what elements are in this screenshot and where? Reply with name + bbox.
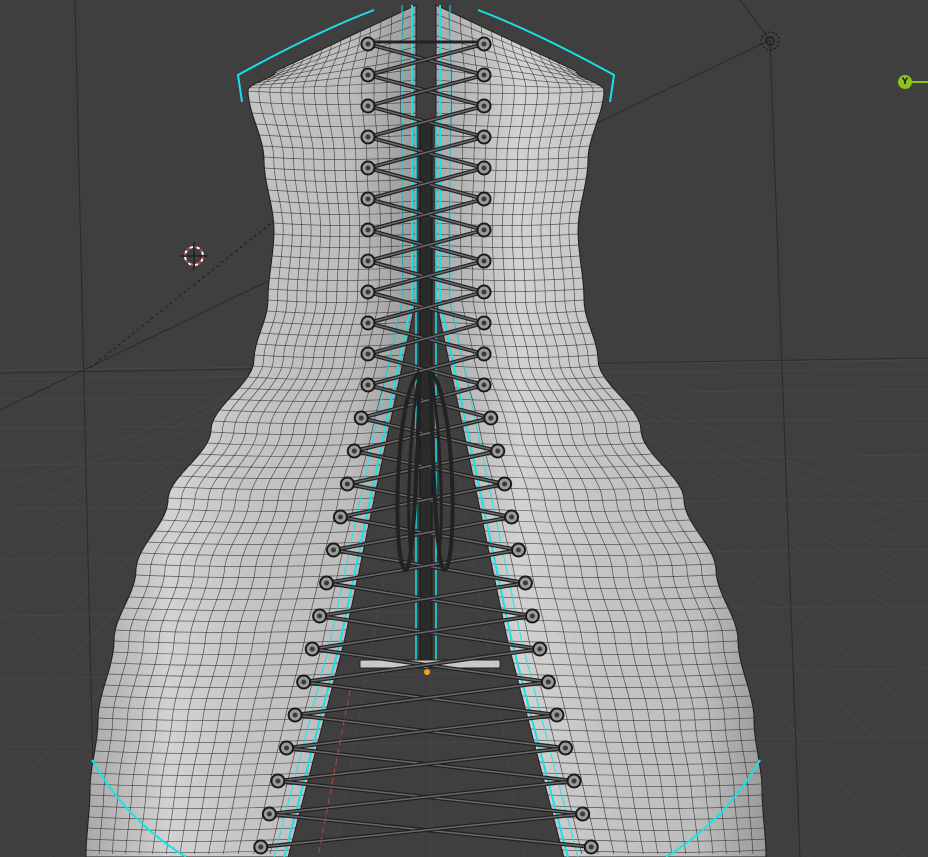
eyelet-hole: [365, 258, 371, 264]
eyelet-hole: [488, 415, 494, 421]
eyelet-hole: [495, 448, 501, 454]
eyelet-hole: [571, 778, 577, 784]
eyelet-hole: [365, 134, 371, 140]
eyelet-hole: [481, 289, 487, 295]
eyelet-hole: [344, 481, 350, 487]
eyelet-hole: [258, 844, 264, 850]
eyelet-hole: [522, 580, 528, 586]
eyelet-hole: [481, 351, 487, 357]
eyelet-hole: [481, 258, 487, 264]
eyelet-hole: [481, 320, 487, 326]
eyelet-hole: [365, 227, 371, 233]
eyelet-hole: [351, 448, 357, 454]
3d-cursor-icon: [180, 242, 208, 270]
eyelet-hole: [309, 646, 315, 652]
y-axis-gizmo-icon[interactable]: Y: [898, 75, 912, 89]
3d-viewport[interactable]: Y: [0, 0, 928, 857]
eyelet-hole: [284, 745, 290, 751]
vertical-guide: [769, 39, 801, 857]
eyelet-hole: [337, 514, 343, 520]
y-axis-gizmo-line: [911, 81, 928, 83]
eyelet-hole: [317, 613, 323, 619]
eyelet-hole: [481, 134, 487, 140]
eyelet-hole: [358, 415, 364, 421]
eyelet-hole: [481, 103, 487, 109]
eyelet-hole: [324, 580, 330, 586]
eyelet-hole: [529, 613, 535, 619]
camera-guide: [739, 0, 771, 41]
eyelet-hole: [580, 811, 586, 817]
eyelet-hole: [365, 72, 371, 78]
viewport-canvas[interactable]: [0, 0, 928, 857]
eyelet-hole: [365, 196, 371, 202]
y-axis-label: Y: [901, 77, 909, 87]
eyelet-hole: [537, 646, 543, 652]
eyelet-hole: [481, 165, 487, 171]
eyelet-hole: [266, 811, 272, 817]
eyelet-hole: [365, 41, 371, 47]
eyelet-hole: [365, 382, 371, 388]
eyelet-hole: [502, 481, 508, 487]
eyelet-hole: [481, 227, 487, 233]
eyelet-hole: [365, 351, 371, 357]
eyelet-hole: [588, 844, 594, 850]
eyelet-hole: [301, 679, 307, 685]
eyelet-hole: [331, 547, 336, 553]
eyelet-hole: [481, 196, 487, 202]
eyelet-hole: [365, 103, 371, 109]
eyelet-hole: [365, 320, 371, 326]
eyelet-hole: [365, 289, 371, 295]
eyelet-hole: [365, 165, 371, 171]
eyelet-hole: [545, 679, 551, 685]
eyelet-hole: [554, 712, 560, 718]
eyelet-hole: [516, 547, 521, 553]
eyelet-hole: [481, 382, 487, 388]
vertical-guide: [74, 0, 96, 857]
eyelet-hole: [562, 745, 568, 751]
eyelet-hole: [509, 514, 515, 520]
eyelet-hole: [481, 72, 487, 78]
origin-dot-icon: [424, 669, 430, 675]
eyelet-hole: [292, 712, 298, 718]
eyelet-hole: [481, 41, 487, 47]
eyelet-hole: [275, 778, 281, 784]
